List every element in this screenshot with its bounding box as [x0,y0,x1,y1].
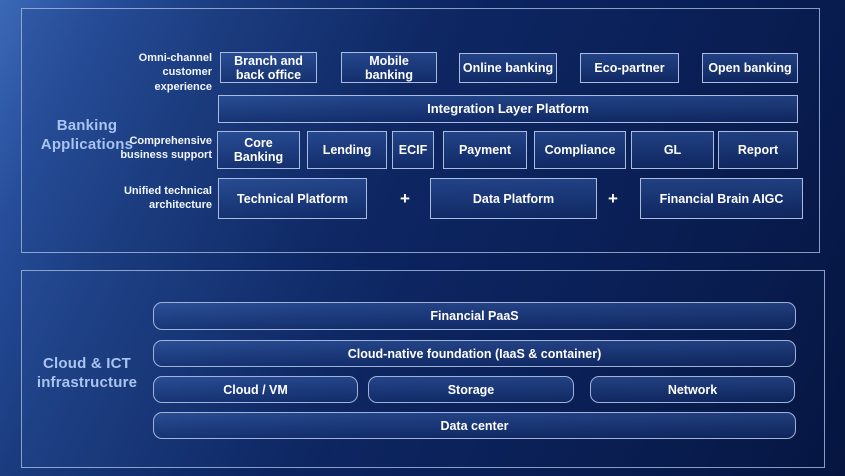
row-label-omni-channel: Omni-channel customer experience [90,51,212,94]
box-branch-back-office: Branch and back office [220,52,317,83]
bar-storage: Storage [368,376,574,403]
box-ecif: ECIF [392,131,434,169]
bar-data-center: Data center [153,412,796,439]
box-data-platform: Data Platform [430,178,597,219]
plus-separator: + [396,186,414,212]
row-label-business-support: Comprehensive business support [90,134,212,163]
box-online-banking: Online banking [459,53,557,83]
box-financial-brain-aigc: Financial Brain AIGC [640,178,803,219]
box-mobile-banking: Mobile banking [341,52,437,83]
row-label-unified-architecture: Unified technical architecture [90,184,212,213]
box-core-banking: Core Banking [217,131,300,169]
box-gl: GL [631,131,714,169]
architecture-diagram: Banking Applications Omni-channel custom… [0,0,845,476]
box-technical-platform: Technical Platform [218,178,367,219]
box-integration-layer-platform: Integration Layer Platform [218,95,798,123]
box-compliance: Compliance [534,131,626,169]
box-eco-partner: Eco-partner [580,53,679,83]
cloud-ict-label: Cloud & ICT infrastructure [28,354,146,392]
bar-financial-paas: Financial PaaS [153,302,796,330]
box-lending: Lending [307,131,387,169]
box-payment: Payment [443,131,527,169]
bar-network: Network [590,376,795,403]
box-report: Report [718,131,798,169]
bar-cloud-vm: Cloud / VM [153,376,358,403]
plus-separator: + [604,186,622,212]
bar-cloud-native-foundation: Cloud-native foundation (IaaS & containe… [153,340,796,367]
box-open-banking: Open banking [702,53,798,83]
